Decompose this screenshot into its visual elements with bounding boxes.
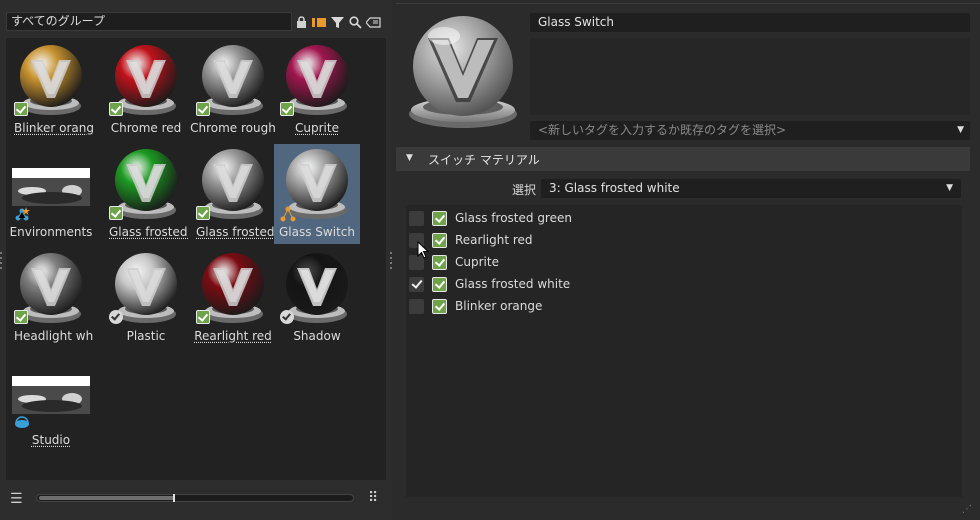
material-label: Glass frosted gr xyxy=(109,225,189,239)
material-check-icon xyxy=(432,211,447,226)
item-checkbox[interactable] xyxy=(409,211,424,226)
item-label: Blinker orange xyxy=(455,299,543,313)
group-selector-label: すべてのグループ xyxy=(11,14,105,28)
splitter-handle[interactable] xyxy=(390,252,393,270)
item-label: Glass frosted green xyxy=(455,211,572,225)
material-tile[interactable]: Glass frosted gr xyxy=(103,144,189,244)
material-check-icon xyxy=(432,299,447,314)
checkmark-badge-icon xyxy=(109,102,123,116)
switch-list-item[interactable]: Glass frosted green xyxy=(406,207,962,229)
studio-badge-icon xyxy=(14,414,29,428)
description-area[interactable] xyxy=(530,38,970,115)
scroll-marker xyxy=(173,494,175,502)
select-dropdown[interactable]: 3: Glass frosted white ▼ xyxy=(541,179,961,198)
material-label: Rearlight red xyxy=(194,329,272,343)
add-tag-icon[interactable] xyxy=(312,14,327,30)
tag-placeholder: <新しいタグを入力するか既存のタグを選択> xyxy=(538,123,787,137)
switch-list-item[interactable]: Glass frosted white xyxy=(406,273,962,295)
material-tile[interactable]: Cuprite xyxy=(274,40,360,140)
filter-icon[interactable] xyxy=(330,14,345,30)
scrollbar-thumb[interactable] xyxy=(39,496,175,500)
material-tile[interactable]: Blinker orange xyxy=(8,40,94,140)
switch-list-item[interactable]: Rearlight red xyxy=(406,229,962,251)
resize-grip-icon[interactable]: ⋰ xyxy=(962,504,972,515)
chevron-down-icon[interactable]: ▼ xyxy=(946,179,953,198)
checkmark-badge-icon xyxy=(14,310,28,324)
material-tile[interactable]: Rearlight red xyxy=(190,248,276,348)
material-tile[interactable]: Shadow xyxy=(274,248,360,348)
material-tile[interactable]: Glass Switch xyxy=(274,144,360,244)
circle-check-badge-icon xyxy=(280,310,294,324)
horizontal-scrollbar[interactable] xyxy=(36,494,354,502)
section-title: スイッチ マテリアル xyxy=(428,153,540,167)
material-tile[interactable]: Glass frosted w xyxy=(190,144,276,244)
grid-view-icon[interactable]: ⠿ xyxy=(368,490,378,506)
material-tile[interactable]: Headlight whit xyxy=(8,248,94,348)
material-tile[interactable]: Chrome red xyxy=(103,40,189,140)
material-check-icon xyxy=(432,277,447,292)
checkmark-badge-icon xyxy=(14,102,28,116)
library-toolbar xyxy=(294,13,381,31)
circle-check-badge-icon xyxy=(109,310,123,324)
material-label: Cuprite xyxy=(295,121,339,135)
material-tile[interactable]: Plastic xyxy=(103,248,189,348)
material-label: Blinker orange xyxy=(14,121,94,135)
material-label: Glass Switch xyxy=(279,225,355,239)
clear-search-icon[interactable] xyxy=(366,14,381,30)
search-icon[interactable] xyxy=(348,14,363,30)
switch-list-item[interactable]: Blinker orange xyxy=(406,295,962,317)
material-label: Chrome red xyxy=(110,121,182,135)
chevron-down-icon[interactable]: ▼ xyxy=(957,121,964,140)
tag-input[interactable]: <新しいタグを入力するか既存のタグを選択> ▼ xyxy=(530,121,970,140)
material-tile[interactable]: Environments xyxy=(8,144,94,244)
material-check-icon xyxy=(432,233,447,248)
item-checkbox[interactable] xyxy=(409,299,424,314)
select-label: 選択 xyxy=(512,183,537,197)
material-grid: Blinker orange Chrome red Chrome rough C… xyxy=(6,38,386,480)
material-detail-panel: Glass Switch <新しいタグを入力するか既存のタグを選択> ▼ ▼ ス… xyxy=(396,0,980,520)
material-name-field[interactable]: Glass Switch xyxy=(530,13,970,32)
material-label: Glass frosted w xyxy=(196,225,276,239)
switch-list-item[interactable]: Cuprite xyxy=(406,251,962,273)
material-label: Headlight whit xyxy=(14,329,94,343)
item-checkbox[interactable] xyxy=(409,277,424,292)
checkmark-badge-icon xyxy=(196,206,210,220)
checkmark-badge-icon xyxy=(109,206,123,220)
material-preview-large xyxy=(404,10,522,138)
glass-switch-preview-ball xyxy=(409,16,517,128)
material-tile[interactable]: Studio xyxy=(8,352,94,452)
item-label: Cuprite xyxy=(455,255,499,269)
item-label: Glass frosted white xyxy=(455,277,571,291)
material-label: Chrome rough xyxy=(190,121,276,135)
material-label: Shadow xyxy=(293,329,341,343)
material-library-panel: すべてのグループ Blinker orange Chrome red Chrom… xyxy=(0,0,392,520)
material-tile[interactable]: Chrome rough xyxy=(190,40,276,140)
menu-icon[interactable]: ☰ xyxy=(10,491,23,507)
switch-badge-icon xyxy=(280,206,296,222)
select-value: 3: Glass frosted white xyxy=(549,181,680,195)
checkmark-badge-icon xyxy=(196,310,210,324)
checkmark-badge-icon xyxy=(196,102,210,116)
group-selector[interactable]: すべてのグループ xyxy=(6,12,292,31)
material-label: Environments xyxy=(9,225,93,239)
checkmark-badge-icon xyxy=(280,102,294,116)
splitter-handle-left[interactable] xyxy=(0,252,3,270)
collapse-triangle-icon[interactable]: ▼ xyxy=(406,153,413,163)
item-label: Rearlight red xyxy=(455,233,533,247)
material-label: Plastic xyxy=(126,329,166,343)
mouse-cursor xyxy=(417,240,430,263)
material-label: Studio xyxy=(31,433,71,447)
lock-icon[interactable] xyxy=(294,14,309,30)
material-check-icon xyxy=(432,255,447,270)
environment-badge-icon xyxy=(14,206,30,221)
switch-material-list: Glass frosted green Rearlight red Cuprit… xyxy=(406,205,962,497)
switch-material-section-header[interactable]: ▼ スイッチ マテリアル xyxy=(396,147,970,171)
